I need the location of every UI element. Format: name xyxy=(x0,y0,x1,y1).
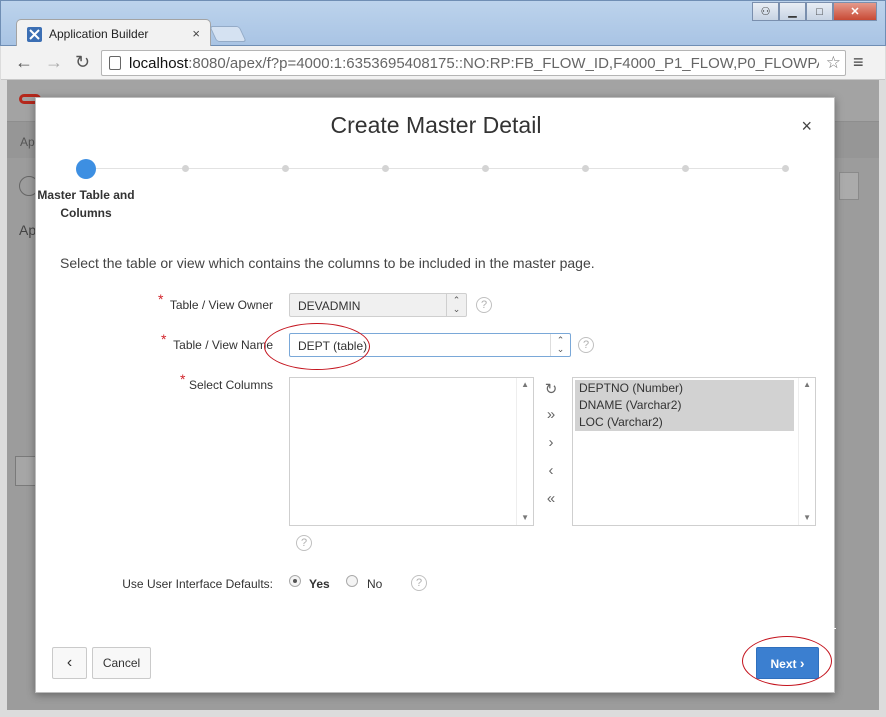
remove-icon[interactable]: ‹ xyxy=(542,462,560,479)
intro-text: Select the table or view which contains … xyxy=(60,255,595,271)
browser-toolbar: ← → ↻ localhost:8080/apex/f?p=4000:1:635… xyxy=(1,46,885,80)
page-icon xyxy=(109,56,121,70)
next-button[interactable]: Next › xyxy=(756,647,819,679)
dialog-title: Create Master Detail xyxy=(330,112,542,138)
wizard-step xyxy=(782,165,789,172)
available-columns-list[interactable]: ▲ ▼ xyxy=(289,377,534,526)
ui-defaults-no-radio[interactable] xyxy=(346,575,358,587)
list-scrollbar[interactable]: ▲ ▼ xyxy=(798,378,815,525)
help-icon[interactable]: ? xyxy=(476,297,492,313)
scroll-down-icon[interactable]: ▼ xyxy=(521,513,529,522)
background-text: Ap xyxy=(20,135,35,149)
ui-defaults-yes-radio[interactable] xyxy=(289,575,301,587)
wizard-step xyxy=(682,165,689,172)
list-scrollbar[interactable]: ▲ ▼ xyxy=(516,378,533,525)
table-name-select[interactable]: DEPT (table) ⌃ ⌄ xyxy=(289,333,571,357)
tab-close-icon[interactable]: × xyxy=(192,26,200,41)
url-text: localhost:8080/apex/f?p=4000:1:635369540… xyxy=(129,55,819,72)
forward-icon[interactable]: → xyxy=(45,52,63,73)
browser-tab[interactable]: Application Builder × xyxy=(16,19,211,47)
select-arrows-icon: ⌃ ⌄ xyxy=(550,334,570,356)
previous-button[interactable]: ‹ xyxy=(52,647,87,679)
next-label: Next xyxy=(770,657,797,671)
owner-value: DEVADMIN xyxy=(298,299,361,313)
scroll-up-icon[interactable]: ▲ xyxy=(521,380,529,389)
chevron-left-icon: ‹ xyxy=(66,654,73,671)
background-field xyxy=(839,172,859,200)
maximize-button[interactable]: □ xyxy=(806,2,833,21)
chevron-right-icon: › xyxy=(799,655,805,671)
selected-columns-list[interactable]: DEPTNO (Number) DNAME (Varchar2) LOC (Va… xyxy=(572,377,816,526)
cancel-button[interactable]: Cancel xyxy=(92,647,151,679)
table-name-label: Table / View Name xyxy=(173,338,273,352)
close-icon[interactable]: × xyxy=(801,116,812,137)
owner-select[interactable]: DEVADMIN ⌃ ⌄ xyxy=(289,293,467,317)
list-item[interactable]: LOC (Varchar2) xyxy=(575,414,794,431)
move-all-icon[interactable]: » xyxy=(542,406,560,423)
reload-icon[interactable]: ↻ xyxy=(75,52,90,73)
help-icon[interactable]: ? xyxy=(411,575,427,591)
scroll-down-icon[interactable]: ▼ xyxy=(803,513,811,522)
owner-label: Table / View Owner xyxy=(169,298,273,312)
back-icon[interactable]: ← xyxy=(15,52,33,73)
list-item[interactable]: DEPTNO (Number) xyxy=(575,380,794,397)
select-columns-label: Select Columns xyxy=(188,378,273,392)
wizard-step xyxy=(282,165,289,172)
remove-all-icon[interactable]: « xyxy=(542,490,560,507)
wizard-step-active xyxy=(76,159,96,179)
footer-divider xyxy=(36,628,836,629)
scroll-up-icon[interactable]: ▲ xyxy=(803,380,811,389)
window-controls: ⚇ ▁ □ ✕ xyxy=(752,2,877,21)
list-item[interactable]: DNAME (Varchar2) xyxy=(575,397,794,414)
create-master-detail-dialog: Create Master Detail × Master Table and … xyxy=(35,97,836,693)
minimize-button[interactable]: ▁ xyxy=(779,2,806,21)
help-icon[interactable]: ? xyxy=(578,337,594,353)
wizard-step xyxy=(382,165,389,172)
address-bar[interactable]: localhost:8080/apex/f?p=4000:1:635369540… xyxy=(101,50,846,76)
browser-menu-icon[interactable]: ≡ xyxy=(853,52,864,73)
new-tab-button[interactable] xyxy=(209,26,247,42)
ui-defaults-label: Use User Interface Defaults: xyxy=(122,577,273,591)
close-window-button[interactable]: ✕ xyxy=(833,2,877,21)
apex-favicon-icon xyxy=(27,27,42,42)
select-arrows-icon: ⌃ ⌄ xyxy=(446,294,466,316)
table-name-value: DEPT (table) xyxy=(298,339,368,353)
reset-icon[interactable]: ↻ xyxy=(542,380,560,398)
wizard-step xyxy=(482,165,489,172)
user-profile-icon[interactable]: ⚇ xyxy=(752,2,779,21)
window-titlebar: Application Builder × ⚇ ▁ □ ✕ xyxy=(0,0,886,47)
wizard-step xyxy=(582,165,589,172)
wizard-progress: Master Table and Columns xyxy=(36,158,836,228)
ui-defaults-no-label[interactable]: No xyxy=(367,577,382,591)
help-icon[interactable]: ? xyxy=(296,535,312,551)
ui-defaults-yes-label[interactable]: Yes xyxy=(309,577,330,591)
tab-title: Application Builder xyxy=(49,27,149,41)
bookmark-star-icon[interactable]: ☆ xyxy=(826,53,841,73)
move-icon[interactable]: › xyxy=(542,434,560,451)
wizard-step xyxy=(182,165,189,172)
background-text: Ap xyxy=(19,222,37,238)
wizard-track xyxy=(86,168,786,169)
wizard-step-label: Master Table and Columns xyxy=(37,188,135,220)
